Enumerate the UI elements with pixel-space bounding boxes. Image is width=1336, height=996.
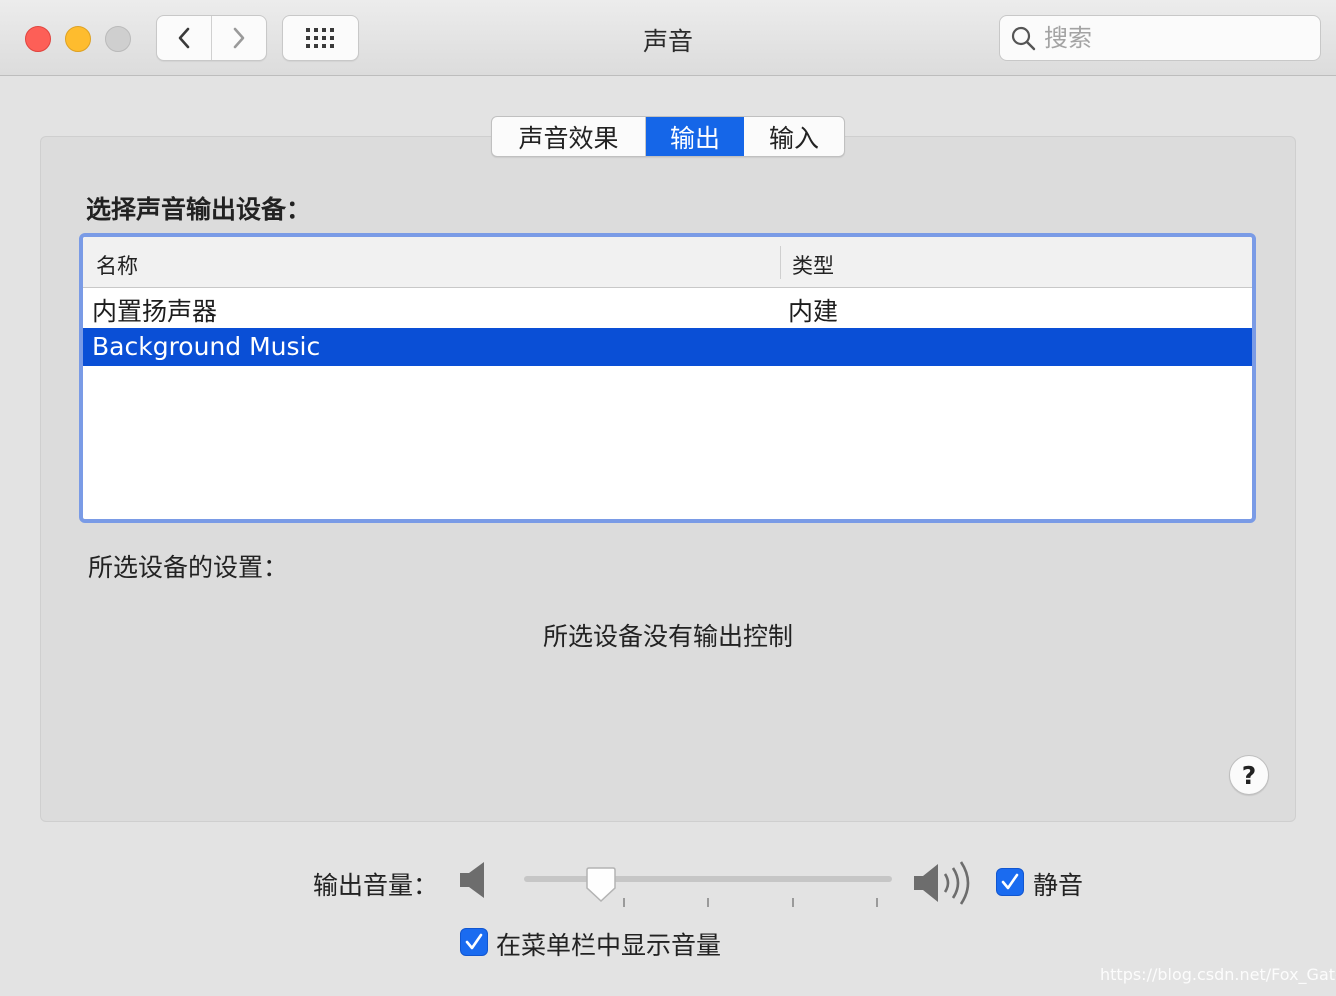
volume-slider-thumb[interactable] xyxy=(584,866,618,904)
back-button[interactable] xyxy=(157,16,211,60)
device-type: 内建 xyxy=(788,297,839,326)
speaker-high-icon xyxy=(914,861,970,905)
tab-output[interactable]: 输出 xyxy=(646,117,744,156)
grid-icon xyxy=(305,28,334,48)
search-input[interactable] xyxy=(1044,24,1304,52)
device-settings-heading: 所选设备的设置： xyxy=(88,553,289,582)
slider-tick xyxy=(876,898,878,907)
device-name: Background Music xyxy=(92,332,321,361)
search-field[interactable] xyxy=(999,15,1321,61)
output-device-heading: 选择声音输出设备： xyxy=(86,195,312,224)
chevron-right-icon xyxy=(233,27,245,49)
window-title: 声音 xyxy=(642,27,693,56)
column-divider xyxy=(780,246,781,279)
slider-tick xyxy=(707,898,709,907)
tab-sound-effects[interactable]: 声音效果 xyxy=(492,117,646,156)
output-volume-label: 输出音量： xyxy=(313,871,439,900)
table-row[interactable]: 内置扬声器 内建 xyxy=(83,288,1252,328)
show-volume-in-menubar-label: 在菜单栏中显示音量 xyxy=(496,931,722,960)
slider-tick xyxy=(792,898,794,907)
checkmark-icon xyxy=(1001,873,1019,890)
search-icon xyxy=(1011,26,1036,51)
chevron-left-icon xyxy=(178,27,190,49)
table-row-selected[interactable]: Background Music xyxy=(83,328,1252,366)
title-bar: 声音 xyxy=(0,0,1336,76)
speaker-low-icon xyxy=(460,862,484,898)
column-header-name[interactable]: 名称 xyxy=(96,250,138,280)
show-volume-in-menubar-checkbox[interactable] xyxy=(460,928,488,956)
no-output-control-message: 所选设备没有输出控制 xyxy=(542,622,793,651)
tab-input[interactable]: 输入 xyxy=(744,117,844,156)
forward-button[interactable] xyxy=(211,16,266,60)
checkmark-icon xyxy=(465,933,483,950)
minimize-window-button[interactable] xyxy=(65,26,91,52)
table-header: 名称 类型 xyxy=(83,237,1252,288)
mute-label: 静音 xyxy=(1033,871,1084,900)
close-window-button[interactable] xyxy=(25,26,51,52)
column-header-type[interactable]: 类型 xyxy=(792,250,834,280)
output-device-table[interactable]: 名称 类型 内置扬声器 内建 Background Music xyxy=(79,233,1256,523)
show-all-button[interactable] xyxy=(282,15,359,61)
slider-tick xyxy=(623,898,625,907)
navigation-buttons xyxy=(156,15,267,61)
zoom-window-button[interactable] xyxy=(105,26,131,52)
device-name: 内置扬声器 xyxy=(92,297,218,326)
tab-bar: 声音效果 输出 输入 xyxy=(491,116,845,157)
volume-slider-track[interactable] xyxy=(524,876,892,882)
watermark: https://blog.csdn.net/Fox_Gates xyxy=(1100,965,1336,984)
help-button[interactable]: ? xyxy=(1229,755,1269,795)
mute-checkbox[interactable] xyxy=(996,868,1024,896)
